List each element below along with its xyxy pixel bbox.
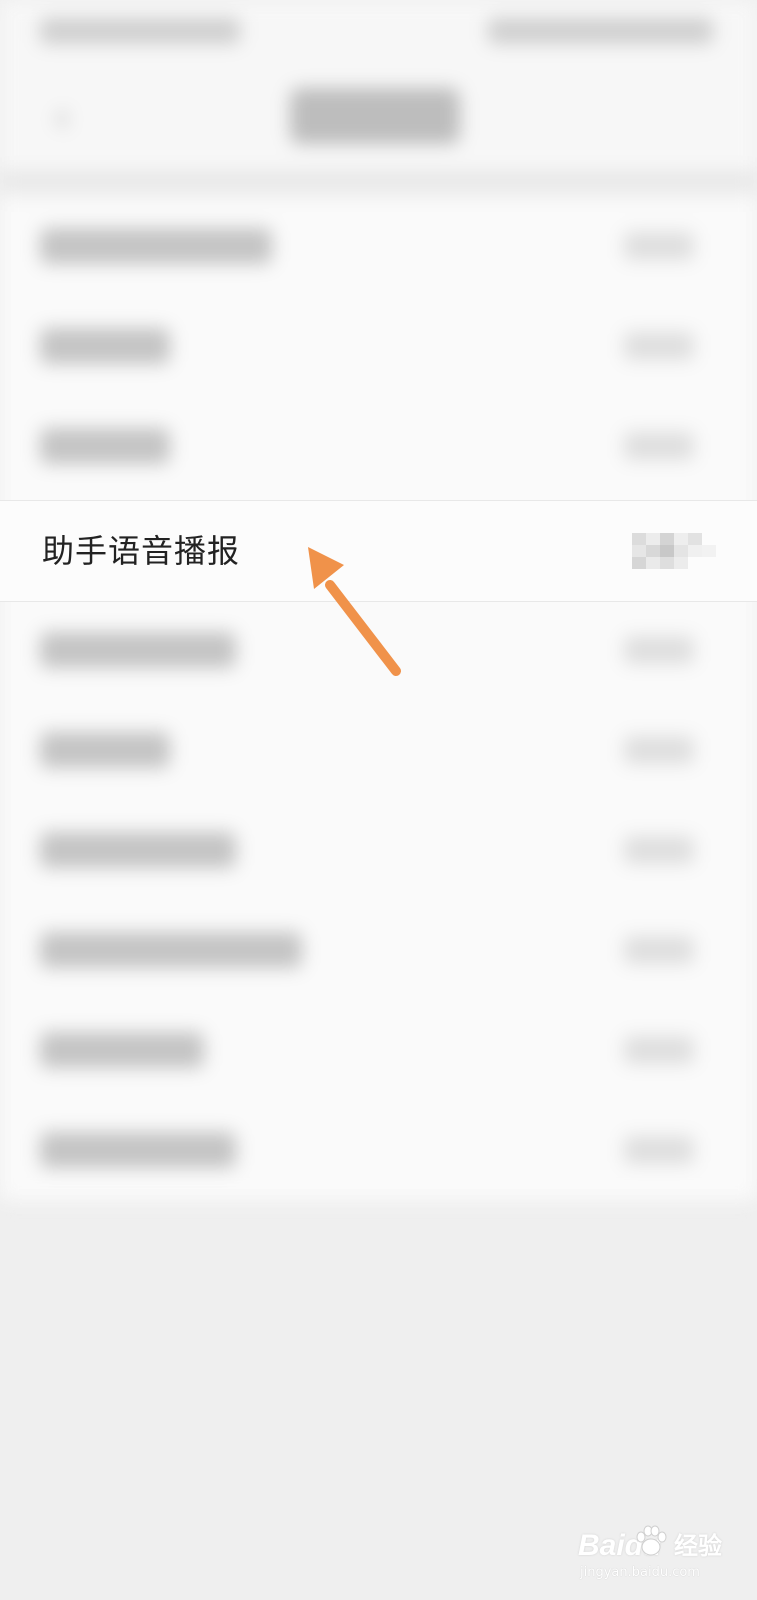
status-bar-left-blurred: [40, 18, 240, 44]
list-item-label-blurred: [40, 228, 272, 264]
status-bar: [0, 0, 757, 64]
list-item[interactable]: [0, 802, 757, 902]
list-item-label-blurred: [40, 1132, 236, 1168]
list-item-value-blurred: [624, 232, 694, 260]
list-item[interactable]: [0, 902, 757, 1002]
list-item[interactable]: [0, 298, 757, 398]
back-chevron-icon[interactable]: ‹: [44, 94, 80, 142]
list-item-value-blurred: [624, 432, 694, 460]
list-item-value-blurred: [624, 836, 694, 864]
list-item[interactable]: [0, 702, 757, 802]
list-item[interactable]: [0, 198, 757, 298]
list-item-label-blurred: [40, 732, 170, 768]
blurred-settings-screen: ‹: [0, 0, 757, 1600]
watermark-url: jingyan.baidu.com: [580, 1565, 700, 1580]
settings-list: [0, 198, 757, 1200]
list-item-value-blurred: [624, 1036, 694, 1064]
list-item-label-blurred: [40, 932, 302, 968]
top-nav-bar: ‹: [0, 64, 757, 172]
pixelated-value: [632, 533, 722, 569]
voice-broadcast-item[interactable]: 助手语音播报: [0, 500, 757, 602]
list-item-value-blurred: [624, 332, 694, 360]
list-item-value-blurred: [624, 636, 694, 664]
list-item-label-blurred: [40, 632, 236, 668]
list-item-value-blurred: [624, 736, 694, 764]
list-item-label-blurred: [40, 832, 236, 868]
list-item-value-blurred: [624, 936, 694, 964]
list-item-label-blurred: [40, 1032, 204, 1068]
voice-broadcast-label: 助手语音播报: [42, 532, 241, 570]
list-item[interactable]: [0, 398, 757, 498]
list-item-value-blurred: [624, 1136, 694, 1164]
baidu-paw-icon: [636, 1525, 667, 1556]
list-item-label-blurred: [40, 428, 170, 464]
baidu-watermark: Baidu 经验 jingyan.baidu.com: [578, 1525, 738, 1587]
list-item[interactable]: [0, 602, 757, 702]
list-item-label-blurred: [40, 328, 170, 364]
page-title-blurred: [290, 88, 460, 144]
watermark-suffix: 经验: [674, 1532, 722, 1560]
list-item[interactable]: [0, 1002, 757, 1102]
status-bar-right-blurred: [488, 18, 713, 44]
list-item[interactable]: [0, 1102, 757, 1202]
